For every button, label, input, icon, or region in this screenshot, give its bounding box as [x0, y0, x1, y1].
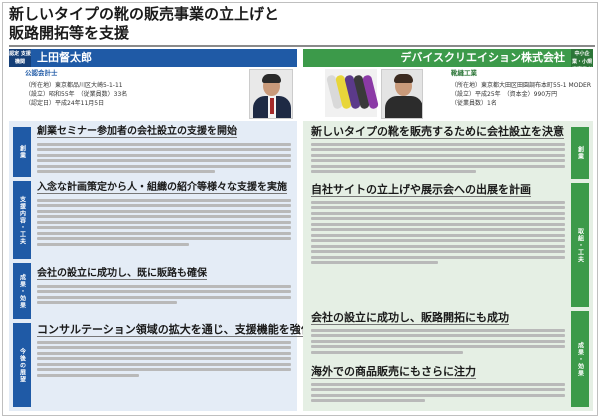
title-underline [9, 45, 595, 47]
right-section-3-body [311, 326, 565, 356]
right-section-2: 自社サイトの立上げや展示会への出展を計画 [311, 183, 565, 267]
portrait-photo [249, 69, 293, 119]
support-agency-header: 認定 支援機関 上田督太郎 [9, 49, 297, 67]
right-section-1: 新しいタイプの靴を販売するために会社設立を決意 [311, 125, 565, 176]
left-section-1: 創業セミナー参加者の会社設立の支援を開始 [37, 125, 291, 176]
right-section-4: 海外での商品販売にもさらに注力 [311, 365, 565, 405]
case-study-page: 新しいタイプの靴の販売事業の立上げと 販路開拓等を支援 認定 支援機関 上田督太… [2, 2, 598, 416]
company-portrait-body [385, 96, 422, 118]
right-side-tag-2: 取組・工夫 [571, 183, 589, 307]
right-section-3: 会社の設立に成功し、販路開拓にも成功 [311, 311, 565, 356]
portrait-tie [270, 98, 274, 114]
agency-profile: 公認会計士 （所在地）東京都品川区大崎5-1-11 （設立）昭和55年 （従業員… [25, 69, 245, 121]
agency-address: （所在地）東京都品川区大崎5-1-11 [25, 82, 123, 89]
portrait-hair [262, 74, 281, 83]
company-portrait-photo [381, 69, 423, 119]
right-section-1-title: 新しいタイプの靴を販売するために会社設立を決意 [311, 125, 564, 139]
company-panel: 創業 取組・工夫 成果・効果 新しいタイプの靴を販売するために会社設立を決意 自… [303, 121, 593, 411]
company-name: デバイスクリエイション株式会社 [400, 51, 565, 64]
title-line-1: 新しいタイプの靴の販売事業の立上げと [9, 5, 280, 23]
agency-panel: 創業 支援内容・工夫 成果・効果 今後の展望 創業セミナー参加者の会社設立の支援… [9, 121, 312, 411]
left-section-4-title: コンサルテーション領域の拡大を通じ、支援機能を強化 [37, 323, 312, 337]
left-side-tag-4: 今後の展望 [13, 323, 31, 407]
right-section-2-title: 自社サイトの立上げや展示会への出展を計画 [311, 183, 531, 197]
agency-founded: （設立）昭和55年 （従業員数）33名 [25, 91, 128, 98]
company-address: （所在地）東京都大田区田園調布本町55-1 MODERNO602 [451, 82, 591, 89]
company-role: 靴縫工業 [451, 69, 477, 77]
left-section-1-body [37, 140, 291, 176]
right-section-4-body [311, 380, 565, 405]
left-side-tag-2: 支援内容・工夫 [13, 181, 31, 259]
left-side-tag-3: 成果・効果 [13, 263, 31, 319]
company-portrait-hair [394, 74, 413, 83]
company-profile: 靴縫工業 （所在地）東京都大田区田園調布本町55-1 MODERNO602 （設… [451, 69, 591, 121]
right-section-4-title: 海外での商品販売にもさらに注力 [311, 365, 476, 379]
left-section-3-body [37, 282, 291, 307]
left-side-tag-1: 創業 [13, 127, 31, 177]
right-section-2-body [311, 198, 565, 267]
company-employees: （従業員数）1名 [451, 100, 497, 107]
right-section-1-body [311, 140, 565, 176]
support-agency-name: 上田督太郎 [37, 51, 92, 64]
page-title: 新しいタイプの靴の販売事業の立上げと 販路開拓等を支援 [9, 5, 595, 47]
right-side-tag-1: 創業 [571, 127, 589, 179]
company-header: 中小企業・小規模事業者 デバイスクリエイション株式会社 [303, 49, 593, 73]
company-tag: 中小企業・小規模事業者 [571, 49, 593, 73]
left-section-4: コンサルテーション領域の拡大を通じ、支援機能を強化 [37, 323, 312, 379]
support-agency-tag: 認定 支援機関 [9, 49, 31, 67]
left-section-3: 会社の設立に成功し、既に販路も確保 [37, 267, 291, 307]
right-section-3-title: 会社の設立に成功し、販路開拓にも成功 [311, 311, 509, 325]
company-founded: （設立）平成25年 （資本金）990万円 [451, 91, 558, 98]
left-section-1-title: 創業セミナー参加者の会社設立の支援を開始 [37, 126, 237, 138]
agency-certified: （認定日）平成24年11月5日 [25, 100, 105, 107]
left-section-2-body [37, 196, 291, 248]
left-section-2-title: 入念な計画策定から人・組織の紹介等様々な支援を実施 [37, 182, 287, 194]
title-line-2: 販路開拓等を支援 [9, 24, 130, 42]
right-side-tag-3: 成果・効果 [571, 311, 589, 407]
left-section-2: 入念な計画策定から人・組織の紹介等様々な支援を実施 [37, 181, 291, 248]
left-section-3-title: 会社の設立に成功し、既に販路も確保 [37, 268, 207, 280]
left-section-4-body [37, 338, 291, 379]
product-photo [325, 69, 379, 117]
agency-role: 公認会計士 [25, 69, 58, 77]
